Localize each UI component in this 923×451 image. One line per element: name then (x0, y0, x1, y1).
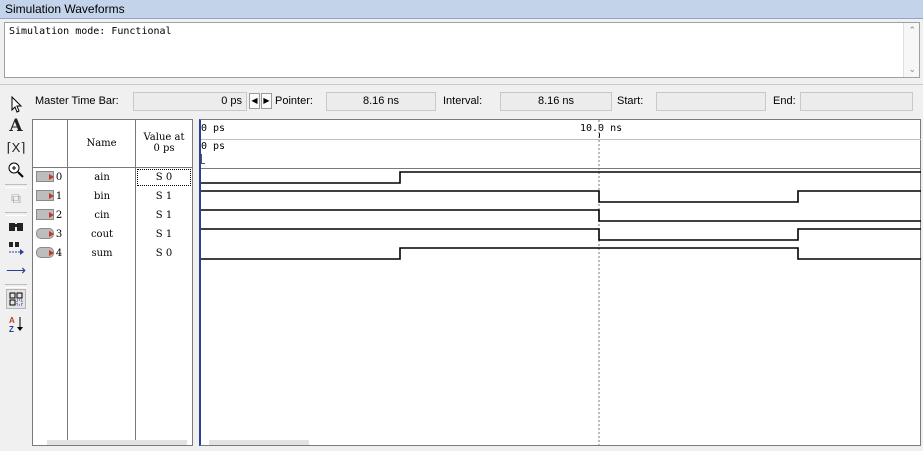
signal-name[interactable]: sum (68, 244, 136, 263)
index-column-header (33, 120, 68, 168)
arrow-right-icon[interactable]: ⟶ (6, 260, 26, 280)
start-field[interactable] (656, 92, 766, 111)
signal-row[interactable]: 1 bin S 1 (33, 187, 192, 206)
pointer-label: Pointer: (275, 95, 313, 107)
input-pin-icon (36, 190, 54, 201)
start-label: Start: (617, 95, 644, 107)
name-column-header[interactable]: Name (68, 120, 136, 168)
signal-name[interactable]: bin (68, 187, 136, 206)
master-time-bar-label: Master Time Bar: (35, 95, 119, 107)
interval-field: 8.16 ns (500, 92, 612, 111)
signal-value: S 1 (155, 229, 173, 240)
window-title: Simulation Waveforms (5, 2, 125, 16)
master-time-bar-field[interactable]: 0 ps (133, 92, 247, 111)
name-panel-scrollbar[interactable] (47, 440, 187, 445)
scroll-down-icon[interactable]: ⌄ (908, 64, 916, 75)
waveform-cin[interactable] (201, 209, 921, 222)
signal-name-panel: Name Value at 0 ps 0 ain S 0 1 bin S 1 2… (32, 119, 193, 446)
input-pin-icon (36, 209, 54, 220)
svg-text:A: A (9, 316, 15, 325)
signal-value: S 1 (155, 210, 173, 221)
waveform-cout[interactable] (201, 228, 921, 241)
divider (0, 84, 923, 85)
waveform-editing-icon[interactable]: ⌈X⌉ (6, 138, 26, 158)
time-bar-left-arrow-icon[interactable]: ◀ (249, 93, 260, 109)
message-scrollbar[interactable]: ⌃ ⌄ (903, 23, 919, 77)
waveform-ain[interactable] (201, 171, 921, 184)
waveform-bin[interactable] (201, 190, 921, 203)
signal-row[interactable]: 4 sum S 0 (33, 244, 192, 263)
pointer-field: 8.16 ns (326, 92, 436, 111)
signal-row[interactable]: 0 ain S 0 (33, 168, 192, 187)
grid-icon[interactable] (6, 289, 26, 309)
output-pin-icon (36, 228, 54, 239)
signal-name[interactable]: cin (68, 206, 136, 225)
waveform-toolbar: A ⌈X⌉ ⧉ ⟶ AZ (4, 92, 28, 448)
signal-value: S 0 (136, 168, 192, 187)
window-title-bar: Simulation Waveforms (0, 0, 923, 19)
signal-row[interactable]: 2 cin S 1 (33, 206, 192, 225)
toolbar-separator (5, 284, 27, 288)
output-pin-icon (36, 247, 54, 258)
input-pin-icon (36, 171, 54, 182)
waveform-sum[interactable] (201, 247, 921, 260)
pointer-icon[interactable] (6, 94, 26, 114)
text-tool-icon[interactable]: A (6, 116, 26, 136)
time-bar-right-arrow-icon[interactable]: ▶ (261, 93, 272, 109)
signal-index: 0 (55, 172, 63, 183)
signal-value: S 0 (155, 248, 173, 259)
sort-icon[interactable]: AZ (6, 314, 26, 334)
value-header-line1: Value at (143, 132, 185, 143)
simulation-mode-text: Simulation mode: Functional (9, 26, 172, 37)
replace-icon[interactable] (6, 238, 26, 258)
signal-index: 3 (55, 229, 63, 240)
signal-row[interactable]: 3 cout S 1 (33, 225, 192, 244)
signal-name[interactable]: ain (68, 168, 136, 187)
signal-name[interactable]: cout (68, 225, 136, 244)
value-header-line2: 0 ps (153, 143, 175, 154)
waveform-panel[interactable]: 0 ps 10.0 ns 0 ps (199, 119, 921, 446)
find-icon[interactable] (6, 216, 26, 236)
signal-index: 2 (55, 210, 63, 221)
svg-text:Z: Z (9, 325, 14, 334)
signal-index: 4 (55, 248, 63, 259)
value-column-header[interactable]: Value at 0 ps (136, 120, 192, 168)
waveform-canvas[interactable] (201, 120, 921, 445)
end-field[interactable] (800, 92, 913, 111)
copy-icon[interactable]: ⧉ (6, 188, 26, 208)
signal-index: 1 (55, 191, 63, 202)
interval-label: Interval: (443, 95, 483, 107)
zoom-icon[interactable] (6, 160, 26, 180)
end-label: End: (773, 95, 796, 107)
simulation-message-box[interactable]: Simulation mode: Functional ⌃ ⌄ (4, 22, 920, 78)
scroll-up-icon[interactable]: ⌃ (908, 25, 916, 36)
signal-value: S 1 (155, 191, 173, 202)
wave-panel-scrollbar[interactable] (209, 440, 309, 445)
